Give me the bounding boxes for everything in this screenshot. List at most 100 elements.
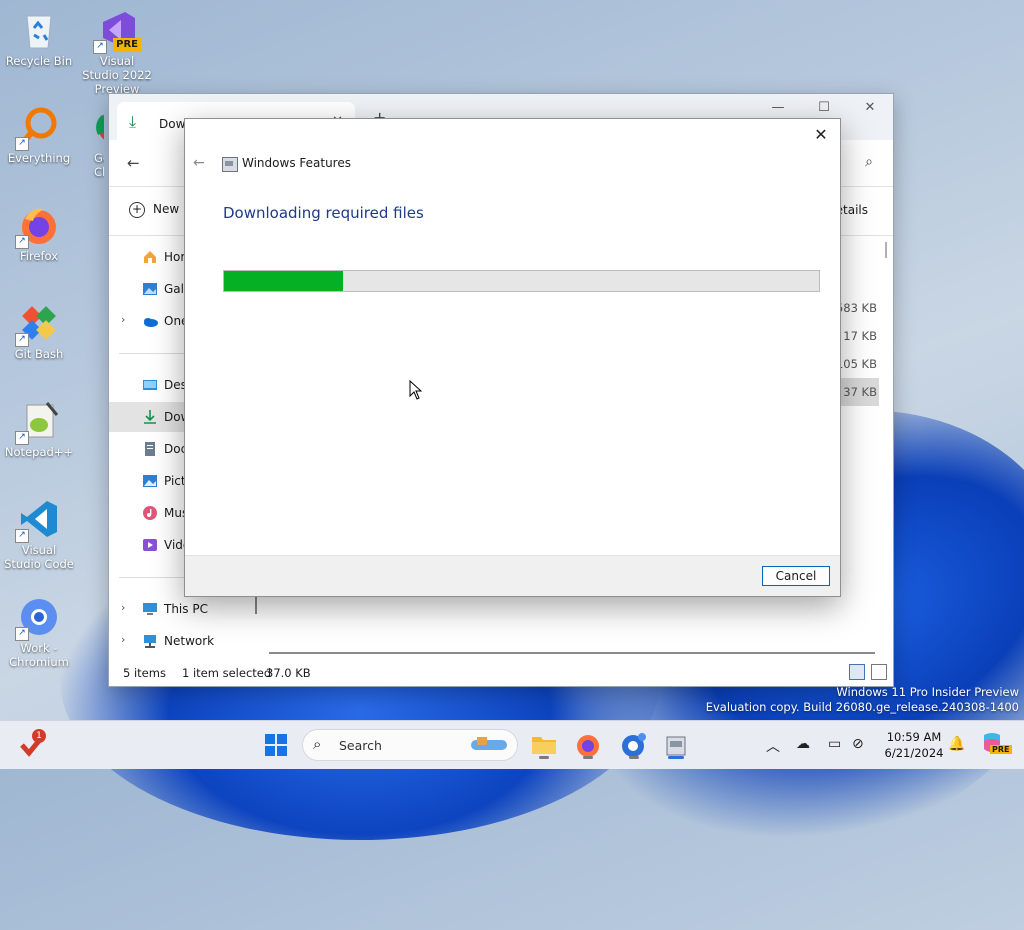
windows-features-icon xyxy=(222,157,238,172)
copilot-button[interactable]: PRE xyxy=(978,729,1012,761)
nav-label: This PC xyxy=(164,602,208,616)
nav-item-this-pc[interactable]: › This PC xyxy=(109,594,257,624)
chromium-icon: ↗ xyxy=(15,595,61,641)
taskbar-search-box[interactable]: ⌕ Search xyxy=(302,729,518,761)
active-app-indicator xyxy=(668,756,684,759)
downloads-icon xyxy=(144,410,156,424)
nav-label: Network xyxy=(164,634,215,648)
progress-fill xyxy=(224,271,343,291)
desktop-icon-work-chromium[interactable]: ↗ Work - Chromium xyxy=(2,595,76,669)
taskbar-notification-app[interactable]: 1 xyxy=(16,729,48,761)
cloud-offline-icon[interactable]: ☁ xyxy=(796,736,810,752)
shortcut-arrow-icon: ↗ xyxy=(15,333,29,347)
network-status-icon[interactable]: ⊘ xyxy=(852,736,864,752)
nav-label: Hor xyxy=(164,250,186,264)
evaluation-watermark: Windows 11 Pro Insider Preview Evaluatio… xyxy=(706,685,1019,715)
back-arrow-icon[interactable]: ← xyxy=(193,155,205,171)
notepad-plus-plus-icon: ↗ xyxy=(15,399,61,445)
taskbar-file-explorer[interactable] xyxy=(528,729,560,761)
git-bash-icon: ↗ xyxy=(15,301,61,347)
desktop-icon-label: Go Ch xyxy=(94,151,104,179)
nav-item-network[interactable]: › Network xyxy=(109,626,257,656)
shortcut-arrow-icon: ↗ xyxy=(15,235,29,249)
clock-time: 10:59 AM xyxy=(886,730,942,744)
vscode-icon: ↗ xyxy=(15,497,61,543)
shortcut-arrow-icon: ↗ xyxy=(15,627,29,641)
chevron-up-icon[interactable]: ︿ xyxy=(766,736,780,756)
network-icon xyxy=(144,635,156,648)
tiles-view-icon[interactable] xyxy=(871,664,887,680)
shortcut-arrow-icon: ↗ xyxy=(15,137,29,151)
shortcut-arrow-icon: ↗ xyxy=(15,431,29,445)
desktop-icon-notepad-plus-plus[interactable]: ↗ Notepad++ xyxy=(2,399,76,459)
running-indicator xyxy=(539,756,549,759)
back-arrow-icon[interactable]: ← xyxy=(127,154,140,172)
cancel-button[interactable]: Cancel xyxy=(762,566,830,586)
download-progress-bar xyxy=(223,270,820,292)
search-icon[interactable]: ⌕ xyxy=(865,154,873,170)
documents-icon xyxy=(145,442,155,456)
shortcut-arrow-icon: ↗ xyxy=(15,529,29,543)
taskbar-windows-features[interactable] xyxy=(660,729,692,761)
desktop-icon-everything[interactable]: ↗ Everything xyxy=(2,105,76,165)
close-icon[interactable]: ✕ xyxy=(810,124,832,146)
chevron-right-icon[interactable]: › xyxy=(121,601,125,614)
nav-label: Pict xyxy=(164,474,186,488)
onedrive-icon xyxy=(144,318,158,327)
search-highlight-icon xyxy=(471,737,507,750)
everything-search-icon: ↗ xyxy=(15,105,61,151)
music-icon xyxy=(143,506,157,520)
status-selected-size: 37.0 KB xyxy=(266,666,311,680)
display-icon[interactable]: ▭ xyxy=(828,736,841,752)
desktop-icon-label: Visual Studio Code xyxy=(4,543,74,571)
status-item-count: 5 items xyxy=(123,666,166,680)
desktop-icon-vscode[interactable]: ↗ Visual Studio Code xyxy=(2,497,76,571)
firefox-icon: ↗ xyxy=(15,203,61,249)
chrome-icon xyxy=(92,105,104,149)
desktop-icon-visual-studio[interactable]: PRE ↗ Visual Studio 2022 Preview xyxy=(80,8,154,96)
taskbar-chromium[interactable] xyxy=(618,729,650,761)
chevron-right-icon[interactable]: › xyxy=(121,313,125,326)
watermark-line: Evaluation copy. Build 26080.ge_release.… xyxy=(705,700,1019,714)
desktop-icon-recycle-bin[interactable]: Recycle Bin xyxy=(2,8,76,68)
desktop-icon-label: Notepad++ xyxy=(4,445,74,459)
windows-features-dialog: ✕ ← Windows Features Downloading require… xyxy=(184,118,841,597)
chevron-right-icon[interactable]: › xyxy=(121,633,125,646)
watermark-line: Windows 11 Pro Insider Preview xyxy=(836,685,1019,699)
windows-logo-icon xyxy=(265,734,287,756)
search-icon: ⌕ xyxy=(313,735,322,753)
pre-badge: PRE xyxy=(113,38,141,52)
desktop-icon-label: Work - Chromium xyxy=(9,641,69,669)
plus-circle-icon: + xyxy=(129,202,145,218)
home-icon xyxy=(144,251,156,263)
notification-bell-icon[interactable]: 🔔 xyxy=(948,736,965,752)
taskbar-clock[interactable]: 10:59 AM 6/21/2024 xyxy=(876,729,952,761)
details-view-icon[interactable] xyxy=(849,664,865,680)
start-button[interactable] xyxy=(260,729,292,761)
desktop-icon-label: Recycle Bin xyxy=(5,54,73,68)
desktop-icon-label: Firefox xyxy=(19,249,59,263)
desktop-icon-git-bash[interactable]: ↗ Git Bash xyxy=(2,301,76,361)
taskbar: 1 ⌕ Search ︿ ☁ ▭ ⊘ 10:59 AM 6/21/2024 🔔 … xyxy=(0,720,1024,769)
nav-scrollbar[interactable] xyxy=(255,594,257,614)
recycle-bin-icon xyxy=(17,8,61,52)
maximize-icon[interactable]: ☐ xyxy=(809,100,839,115)
desktop-icon-firefox[interactable]: ↗ Firefox xyxy=(2,203,76,263)
desktop-icon-label: Git Bash xyxy=(14,347,64,361)
this-pc-icon xyxy=(143,603,157,615)
minimize-icon[interactable]: — xyxy=(763,100,793,115)
notification-count-badge: 1 xyxy=(32,729,46,743)
content-horizontal-scrollbar[interactable] xyxy=(269,652,875,654)
desktop-icon-label: Visual Studio 2022 Preview xyxy=(82,54,152,96)
shortcut-arrow-icon: ↗ xyxy=(93,40,107,54)
dialog-footer: Cancel xyxy=(185,555,840,596)
search-label: Search xyxy=(339,738,382,753)
close-window-icon[interactable]: ✕ xyxy=(855,100,885,115)
dialog-title: Windows Features xyxy=(242,156,351,170)
content-vertical-scrollbar[interactable] xyxy=(885,242,887,258)
taskbar-firefox[interactable] xyxy=(572,729,604,761)
status-selected: 1 item selected xyxy=(182,666,272,680)
running-indicator xyxy=(629,756,639,759)
desktop-icon-chrome-partial[interactable]: Go Ch xyxy=(80,105,104,179)
new-button[interactable]: + New xyxy=(129,202,179,218)
